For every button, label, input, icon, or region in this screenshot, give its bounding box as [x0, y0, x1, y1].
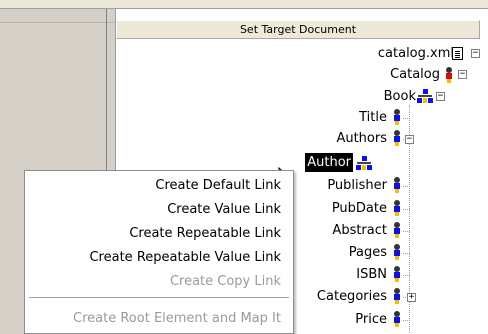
person-red-icon	[444, 67, 454, 83]
tree-node-catalog-xml[interactable]: catalog.xml	[314, 44, 454, 63]
tree-node-authors[interactable]: Authors	[267, 129, 387, 148]
menu-separator	[29, 297, 289, 299]
person-icon	[392, 109, 402, 125]
person-icon	[392, 130, 402, 146]
menu-item-create-repeatable-link[interactable]: Create Repeatable Link	[129, 222, 281, 245]
document-icon	[452, 47, 463, 60]
tree-node-label-selected: Author	[305, 153, 353, 172]
menu-item-create-default-link[interactable]: Create Default Link	[155, 174, 281, 197]
window-top-bar	[0, 0, 488, 9]
menu-item-create-root-element: Create Root Element and Map It	[73, 311, 281, 326]
tree-node-label: Pages	[348, 245, 387, 260]
person-icon	[392, 311, 402, 327]
tree-node-catalog[interactable]: Catalog	[320, 65, 440, 84]
person-icon	[392, 177, 402, 193]
branch-icon	[356, 156, 372, 170]
tree-node-book[interactable]: Book	[296, 87, 416, 106]
tree-node-label: PubDate	[331, 201, 387, 216]
tree-node-label: Publisher	[327, 178, 387, 193]
tree-node-label: Book	[383, 89, 416, 104]
tree-node-label: Authors	[336, 131, 387, 146]
person-icon	[392, 222, 402, 238]
expand-icon[interactable]: +	[407, 293, 416, 302]
tree-node-title[interactable]: Title	[267, 108, 387, 127]
person-icon	[392, 200, 402, 216]
collapse-icon[interactable]: −	[436, 92, 445, 101]
tree-node-label: Price	[355, 312, 387, 327]
tree-node-label: Abstract	[332, 223, 387, 238]
menu-item-create-value-link[interactable]: Create Value Link	[167, 198, 281, 221]
collapse-icon[interactable]: −	[471, 49, 480, 58]
tree-node-label: Title	[359, 110, 387, 125]
menu-item-create-repeatable-value-link[interactable]: Create Repeatable Value Link	[89, 246, 281, 269]
menu-item-create-copy-link: Create Copy Link	[169, 274, 281, 289]
collapse-icon[interactable]: −	[458, 70, 467, 79]
person-icon	[392, 244, 402, 260]
person-icon	[392, 288, 402, 304]
collapse-icon[interactable]: −	[405, 135, 414, 144]
target-document-header[interactable]: Set Target Document	[116, 20, 480, 39]
tree-node-label: Categories	[316, 289, 387, 304]
person-icon	[392, 266, 402, 282]
tree-node-label: Catalog	[390, 67, 440, 82]
context-menu: Create Default Link Create Value Link Cr…	[24, 170, 294, 334]
tree-node-label: ISBN	[356, 267, 387, 282]
branch-icon	[417, 89, 433, 103]
tree-node-label: catalog.xml	[377, 46, 454, 61]
